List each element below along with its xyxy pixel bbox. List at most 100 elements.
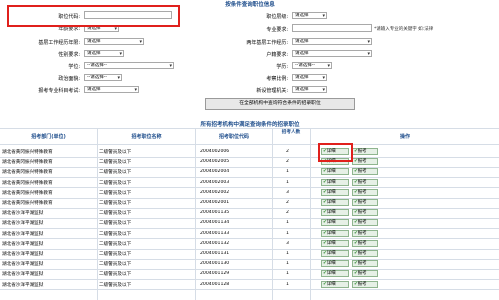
row-detail-button[interactable]: ✔详细 [321, 168, 349, 176]
apply-label: 报考 [357, 271, 367, 277]
row-divider [0, 238, 499, 240]
row-apply-button[interactable]: ✔报考 [352, 178, 378, 186]
row-detail-button[interactable]: ✔详细 [321, 260, 349, 268]
row-dept: 湖北省黄冈振兴特殊教育 [2, 170, 53, 176]
row-dept: 湖北省沙洋平湖监狱 [2, 241, 44, 247]
detail-highlight [318, 143, 353, 162]
row-position-name: 二级警员及以下 [99, 160, 132, 166]
row-divider [0, 156, 499, 158]
apply-label: 报考 [357, 200, 367, 205]
position-code-highlight [7, 5, 180, 27]
row-position-code: 2004001131 [200, 251, 230, 256]
row-apply-button[interactable]: ✔报考 [352, 239, 378, 247]
row-position-code: 2004002006 [200, 149, 230, 154]
household-select[interactable]: 请选择 [292, 50, 372, 57]
detail-label: 详细 [326, 281, 336, 287]
row-apply-button[interactable]: ✔报考 [352, 270, 378, 278]
row-apply-button[interactable]: ✔报考 [352, 260, 378, 268]
row-dept: 湖北省沙洋平湖监狱 [2, 211, 44, 217]
row-detail-button[interactable]: ✔详细 [321, 229, 349, 237]
political-select[interactable]: --请选择-- [84, 74, 122, 81]
col-header-actions: 操作 [311, 133, 499, 140]
col-divider-1 [97, 128, 98, 300]
apply-label: 报考 [357, 149, 367, 154]
row-position-name: 二级警员及以下 [99, 282, 132, 288]
row-position-code: 2004002005 [200, 159, 230, 165]
row-apply-button[interactable]: ✔报考 [352, 168, 378, 176]
detail-label: 详细 [326, 179, 336, 185]
row-apply-button[interactable]: ✔报考 [352, 209, 378, 217]
apply-label: 报考 [357, 189, 367, 195]
household-label: 户籍要求: [266, 52, 288, 58]
position-level-label: 职位层级: [266, 14, 288, 20]
row-position-name: 二级警员及以下 [99, 272, 132, 278]
exam-ratio-select[interactable]: 请选择 [292, 74, 327, 81]
row-detail-button[interactable]: ✔详细 [321, 239, 349, 247]
row-detail-button[interactable]: ✔详细 [321, 250, 349, 257]
new-authority-select[interactable]: 请选择 [292, 86, 327, 93]
exam-ratio-label: 考察比例: [266, 76, 288, 82]
row-dept: 湖北省沙洋平湖监狱 [2, 221, 44, 227]
row-detail-button[interactable]: ✔详细 [321, 270, 349, 278]
major-hint: *请输入专业的关键字 如:法律 [374, 27, 434, 32]
gender-select[interactable]: 请选择 [84, 50, 124, 57]
row-divider [0, 207, 499, 209]
row-apply-button[interactable]: ✔报考 [352, 280, 378, 288]
row-dept: 湖北省黄冈振兴特殊教育 [2, 190, 53, 196]
detail-label: 详细 [326, 240, 336, 246]
apply-label: 报考 [357, 210, 367, 216]
grassroots-years-select[interactable]: 请选择 [84, 38, 144, 45]
row-apply-button[interactable]: ✔报考 [352, 188, 378, 196]
row-detail-button[interactable]: ✔详细 [321, 219, 349, 227]
row-position-name: 二级警员及以下 [99, 201, 132, 206]
row-dept: 湖北省黄冈振兴特殊教育 [2, 180, 53, 186]
col-header-count: 招考人数 [280, 130, 302, 136]
row-count: 1 [286, 251, 289, 256]
position-level-select[interactable]: 请选择 [292, 12, 327, 19]
row-position-code: 2004001133 [200, 230, 230, 236]
row-count: 2 [286, 200, 289, 205]
row-apply-button[interactable]: ✔报考 [352, 158, 378, 166]
detail-label: 详细 [326, 210, 336, 216]
row-position-name: 二级警员及以下 [99, 150, 132, 155]
major-requirement-input[interactable] [292, 24, 372, 32]
row-divider [0, 217, 499, 219]
search-submit-button[interactable]: 在全部机构中查询符合条件的招录职位 [205, 98, 355, 110]
apply-label: 报考 [357, 159, 367, 165]
row-divider [0, 187, 499, 189]
row-apply-button[interactable]: ✔报考 [352, 219, 378, 227]
row-count: 3 [286, 240, 289, 246]
row-dept: 湖北省黄冈振兴特殊教育 [2, 201, 53, 206]
degree-select[interactable]: --请选择-- [84, 62, 174, 69]
row-apply-button[interactable]: ✔报考 [352, 250, 378, 257]
row-detail-button[interactable]: ✔详细 [321, 209, 349, 217]
row-dept: 湖北省沙洋平湖监狱 [2, 282, 44, 288]
major-requirement-label: 专业要求: [266, 27, 288, 33]
row-divider [0, 268, 499, 270]
two-year-grassroots-select[interactable]: 请选择 [292, 38, 372, 45]
row-position-code: 2004002003 [200, 179, 230, 185]
row-position-name: 二级警员及以下 [99, 211, 132, 217]
row-position-name: 二级警员及以下 [99, 262, 132, 268]
row-count: 2 [286, 210, 289, 216]
detail-label: 详细 [326, 169, 336, 175]
row-detail-button[interactable]: ✔详细 [321, 280, 349, 288]
education-select[interactable]: --请选择-- [292, 62, 332, 69]
col-divider-2 [195, 128, 196, 300]
detail-label: 详细 [326, 261, 336, 267]
col-header-code: 招考职位代码 [196, 133, 272, 140]
row-position-code: 2004001128 [200, 281, 230, 287]
row-apply-button[interactable]: ✔报考 [352, 229, 378, 237]
form-title: 按条件查询职位信息 [225, 2, 275, 8]
row-dept: 湖北省沙洋平湖监狱 [2, 231, 44, 237]
row-detail-button[interactable]: ✔详细 [321, 188, 349, 196]
specialty-exam-select[interactable]: 请选择 [84, 86, 139, 93]
detail-label: 详细 [326, 230, 336, 236]
row-position-code: 2004001132 [200, 240, 230, 246]
row-position-name: 二级警员及以下 [99, 170, 132, 176]
row-divider [0, 177, 499, 179]
row-detail-button[interactable]: ✔详细 [321, 199, 349, 206]
row-apply-button[interactable]: ✔报考 [352, 148, 378, 155]
row-apply-button[interactable]: ✔报考 [352, 199, 378, 206]
row-detail-button[interactable]: ✔详细 [321, 178, 349, 186]
